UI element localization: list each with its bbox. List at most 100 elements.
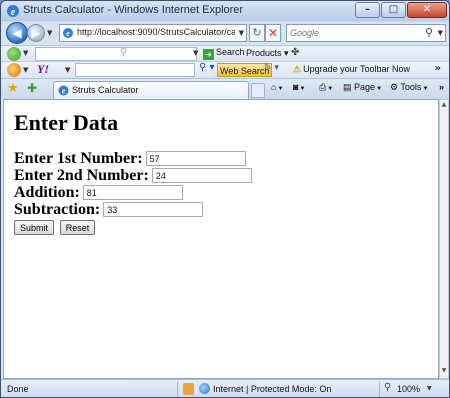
maximize-icon: □ (388, 4, 399, 15)
printer-icon: ⎙ (319, 82, 327, 92)
browser-window: e Struts Calculator - Windows Internet E… (0, 0, 450, 398)
addition-input[interactable] (82, 185, 183, 200)
puzzle-icon[interactable]: ✤ (291, 47, 299, 58)
toolbar-row-1: ▼ ⚲ ▼ ➜ Search Products ▾ ✤ (1, 45, 449, 61)
upgrade-toolbar-link[interactable]: ⚠ Upgrade your Toolbar Now (293, 64, 410, 75)
recent-pages-dropdown[interactable]: ▼ (47, 29, 52, 37)
toolbar-menu-dropdown-icon[interactable]: ▼ (23, 49, 28, 57)
minimize-button[interactable]: – (355, 2, 380, 18)
arrow-right-icon: ➜ (203, 49, 214, 60)
second-number-input[interactable] (151, 168, 252, 183)
form-row-addition: Addition: (14, 184, 252, 201)
toolbar-search-label: Search (216, 47, 245, 57)
status-divider (379, 382, 380, 397)
toolbar-search-dropdown-icon[interactable]: ▼ (193, 49, 198, 57)
internet-zone-globe-icon (199, 383, 210, 394)
zoom-level[interactable]: 100% (397, 384, 420, 394)
new-tab-button[interactable] (251, 83, 265, 98)
address-row: ◀ ▶ ▼ e http://localhost:9090/StrutsCalc… (1, 21, 449, 45)
scroll-up-icon[interactable]: ▲ (440, 101, 448, 111)
feeds-icon: ◙ (293, 82, 299, 92)
zoom-magnifier-icon[interactable]: ⚲ (384, 382, 391, 393)
address-url: http://localhost:9090/StrutsCalculator/c… (77, 27, 235, 37)
stop-icon: ✕ (267, 26, 279, 40)
toolbar-addon-icon[interactable] (7, 63, 21, 77)
refresh-button[interactable]: ↻ (249, 24, 265, 42)
yahoo-dropdown-icon[interactable]: ▼ (65, 66, 70, 74)
reset-button[interactable]: Reset (59, 220, 96, 235)
submit-button[interactable]: Submit (14, 220, 55, 235)
svg-text:e: e (66, 29, 70, 38)
add-favorites-icon[interactable]: ✚ (27, 81, 37, 95)
first-number-label: Enter 1st Number: (14, 149, 143, 167)
svg-text:e: e (62, 87, 66, 96)
status-bar: Done Internet | Protected Mode: On ⚲ 100… (1, 379, 449, 397)
page-menu[interactable]: ▤ Page▼ (343, 82, 382, 93)
search-input[interactable] (287, 25, 417, 41)
form-row-subtraction: Subtraction: (14, 201, 252, 218)
page-icon: e (63, 28, 73, 38)
subtraction-label: Subtraction: (14, 200, 101, 218)
page-heading: Enter Data (14, 110, 119, 135)
page-content: Enter Data Enter 1st Number: Enter 2nd N… (3, 99, 439, 379)
feeds-button[interactable]: ◙▼ (293, 82, 305, 92)
maximize-button[interactable]: □ (381, 2, 406, 18)
form-row-first-number: Enter 1st Number: (14, 150, 252, 167)
yahoo-search-input[interactable] (75, 63, 195, 77)
home-button[interactable]: ⌂▼ (271, 82, 283, 92)
form-row-second-number: Enter 2nd Number: (14, 167, 252, 184)
security-zone-text[interactable]: Internet | Protected Mode: On (213, 384, 331, 394)
title-bar: e Struts Calculator - Windows Internet E… (1, 1, 449, 21)
toolbar-search-input[interactable]: ⚲ (35, 47, 197, 61)
back-arrow-icon: ◀ (12, 26, 22, 40)
tab-page-icon: e (58, 85, 69, 96)
yahoo-search-icon[interactable]: ⚲ ▾ (199, 62, 215, 73)
yahoo-logo-icon[interactable]: Y! (37, 62, 49, 77)
warning-icon: ⚠ (293, 64, 302, 74)
page-menu-icon: ▤ (343, 82, 352, 92)
toolbar-search-button[interactable]: ➜ Search (203, 47, 245, 61)
minimize-icon: – (365, 4, 370, 15)
commands-more-chevron-icon[interactable]: » (439, 82, 444, 92)
subtraction-input[interactable] (103, 202, 204, 217)
status-divider (177, 382, 178, 397)
products-menu[interactable]: Products ▾ (246, 48, 289, 59)
tab-row: ★ ✚ e Struts Calculator ⌂▼ ◙▼ ⎙▼ ▤ Page▼… (1, 78, 449, 100)
first-number-input[interactable] (145, 151, 246, 166)
home-icon: ⌂ (271, 82, 277, 92)
print-button[interactable]: ⎙▼ (319, 82, 333, 93)
addon-dropdown-icon[interactable]: ▼ (23, 66, 28, 74)
tools-menu[interactable]: ⚙ Tools▼ (390, 82, 428, 93)
page-menu-label: Page (354, 82, 376, 92)
protected-mode-icon (183, 383, 194, 395)
favorites-star-icon[interactable]: ★ (7, 81, 19, 96)
calculator-form: Enter Data Enter 1st Number: Enter 2nd N… (14, 110, 252, 235)
back-button[interactable]: ◀ (6, 22, 28, 44)
search-icon[interactable]: ⚲ (425, 26, 433, 39)
tab-struts-calculator[interactable]: e Struts Calculator (53, 81, 249, 100)
forward-arrow-icon: ▶ (31, 26, 41, 40)
pencil-icon[interactable]: ✎ ▾ (264, 63, 279, 73)
close-window-button[interactable]: ✕ (407, 2, 447, 18)
zoom-dropdown-icon[interactable]: ▼ (427, 385, 432, 392)
tools-menu-label: Tools (400, 82, 422, 92)
second-number-label: Enter 2nd Number: (14, 166, 149, 184)
window-controls: – □ ✕ (354, 2, 447, 18)
gear-icon: ⚙ (390, 82, 399, 92)
stop-button[interactable]: ✕ (265, 24, 281, 42)
yahoo-toolbar: ▼ Y! ▼ ⚲ ▾ Web Search ✎ ▾ ⚠ Upgrade your … (1, 61, 449, 78)
form-buttons: Submit Reset (14, 220, 252, 235)
ie-logo-icon: e (7, 5, 19, 18)
products-label: Products (246, 48, 282, 58)
search-options-icon[interactable]: ▼ (438, 29, 443, 37)
address-bar[interactable]: e http://localhost:9090/StrutsCalculator… (59, 24, 247, 42)
toolbar-more-chevron-icon[interactable]: » (435, 63, 441, 74)
refresh-icon: ↻ (252, 26, 262, 39)
search-box: ⚲ ▼ (286, 24, 446, 42)
forward-button[interactable]: ▶ (27, 24, 45, 42)
magnifier-icon: ⚲ (120, 47, 128, 58)
address-dropdown-icon[interactable]: ▼ (239, 29, 244, 37)
vertical-scrollbar[interactable]: ▲ ▼ (439, 99, 449, 379)
toolbar-logo-icon[interactable] (7, 47, 21, 61)
scroll-down-icon[interactable]: ▼ (440, 367, 448, 377)
